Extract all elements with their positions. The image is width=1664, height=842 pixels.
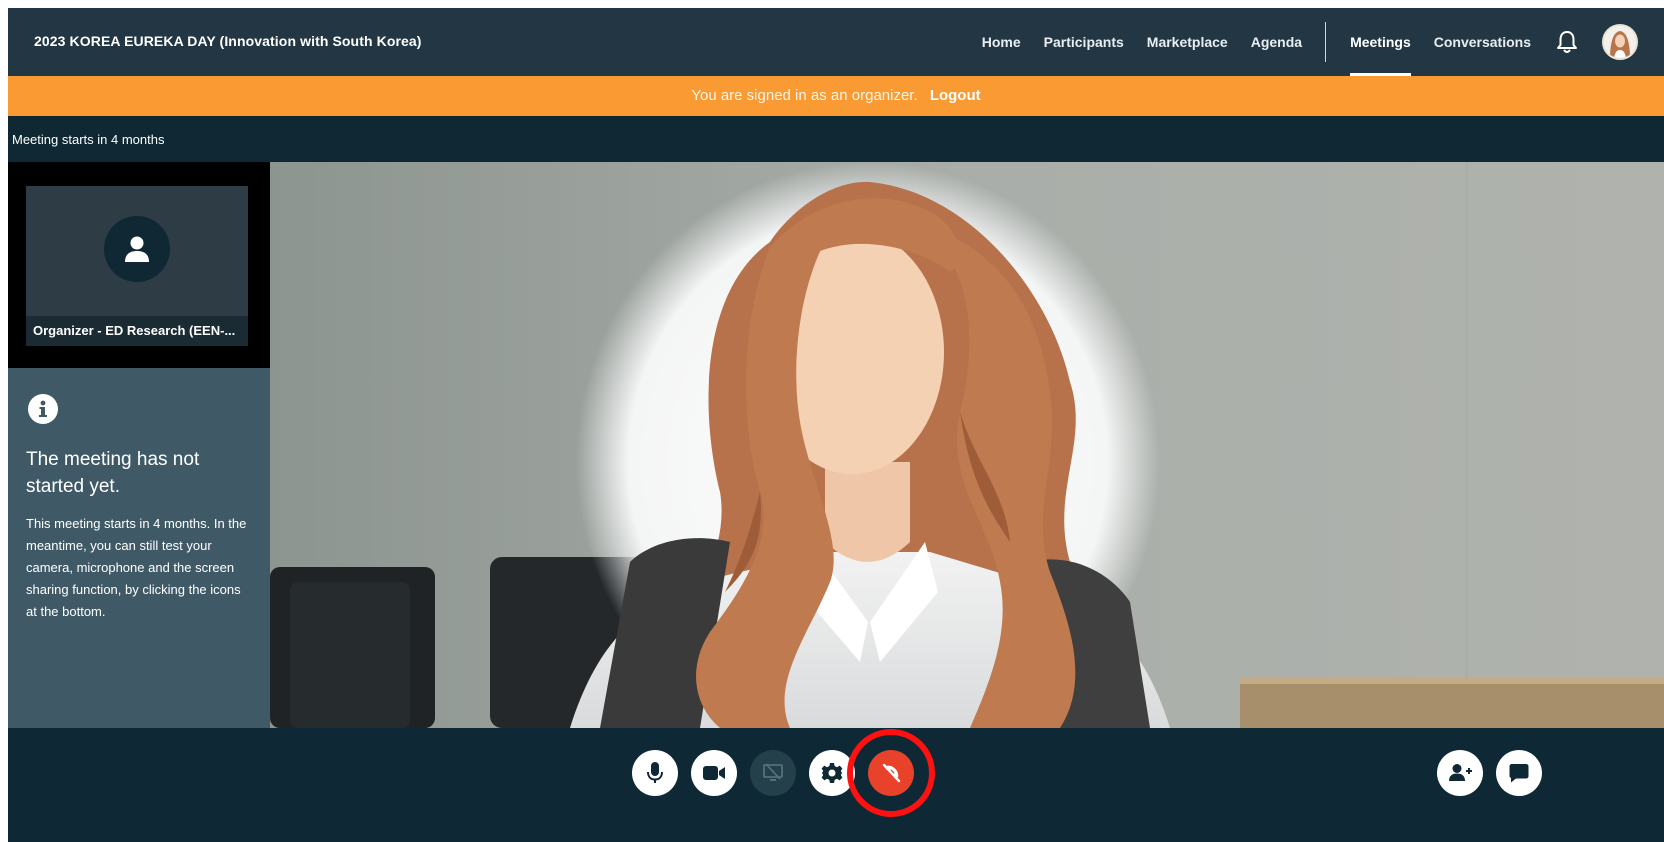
organizer-banner: You are signed in as an organizer. Logou… bbox=[8, 76, 1664, 116]
hang-up-highlight-ring bbox=[847, 729, 935, 817]
chat-icon[interactable] bbox=[1496, 750, 1542, 796]
info-title: The meeting has not started yet. bbox=[26, 449, 200, 497]
participant-name: Organizer - ED Research (EEN-... bbox=[26, 316, 248, 346]
nav-links: Home Participants Marketplace Agenda Mee… bbox=[982, 8, 1664, 76]
logout-link[interactable]: Logout bbox=[930, 87, 981, 104]
participant-tile-wrapper: Organizer - ED Research (EEN-... bbox=[8, 162, 270, 368]
info-icon bbox=[28, 394, 58, 424]
nav-meetings[interactable]: Meetings bbox=[1350, 8, 1411, 76]
add-participant-icon[interactable] bbox=[1437, 750, 1483, 796]
info-panel: The meeting has not started yet. This me… bbox=[8, 368, 270, 728]
nav-separator bbox=[1325, 22, 1327, 62]
banner-text: You are signed in as an organizer. bbox=[691, 87, 918, 104]
nav-marketplace[interactable]: Marketplace bbox=[1147, 8, 1228, 76]
participant-tile[interactable]: Organizer - ED Research (EEN-... bbox=[26, 186, 248, 346]
video-stream bbox=[270, 162, 1664, 728]
screen-share-icon[interactable] bbox=[750, 750, 796, 796]
user-icon bbox=[104, 216, 170, 282]
app-frame: 2023 KOREA EUREKA DAY (Innovation with S… bbox=[8, 8, 1664, 842]
camera-icon[interactable] bbox=[691, 750, 737, 796]
meeting-status-text: Meeting starts in 4 months bbox=[12, 132, 165, 147]
info-body: This meeting starts in 4 months. In the … bbox=[26, 516, 247, 619]
left-panel: Organizer - ED Research (EEN-... The mee… bbox=[8, 162, 270, 728]
event-title[interactable]: 2023 KOREA EUREKA DAY (Innovation with S… bbox=[34, 33, 422, 49]
nav-agenda[interactable]: Agenda bbox=[1251, 8, 1302, 76]
user-avatar[interactable] bbox=[1602, 24, 1638, 60]
meeting-status-bar: Meeting starts in 4 months bbox=[8, 116, 1664, 162]
nav-conversations[interactable]: Conversations bbox=[1434, 8, 1531, 76]
control-bar bbox=[8, 728, 1664, 842]
bell-icon[interactable] bbox=[1554, 29, 1580, 55]
microphone-icon[interactable] bbox=[632, 750, 678, 796]
nav-home[interactable]: Home bbox=[982, 8, 1021, 76]
nav-participants[interactable]: Participants bbox=[1044, 8, 1124, 76]
top-navigation: 2023 KOREA EUREKA DAY (Innovation with S… bbox=[8, 8, 1664, 76]
